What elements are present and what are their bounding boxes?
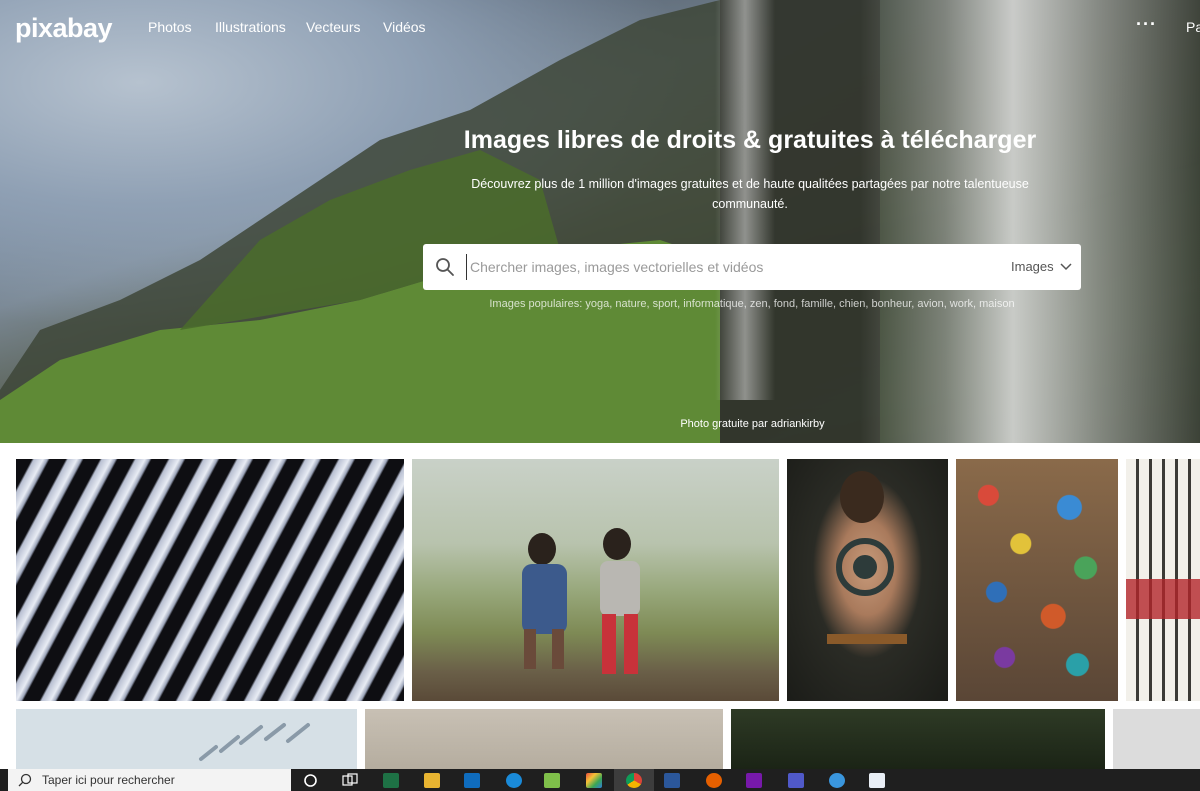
excel-icon[interactable]: [383, 773, 399, 788]
outlook-icon[interactable]: [464, 773, 480, 788]
hero-subtitle: Découvrez plus de 1 million d'images gra…: [471, 177, 1029, 211]
chrome-taskbar-slot[interactable]: [614, 769, 654, 791]
notepad-icon[interactable]: [544, 773, 560, 788]
nav-videos[interactable]: Vidéos: [383, 19, 426, 35]
onenote-icon[interactable]: [746, 773, 762, 788]
waterfall: [860, 0, 1200, 443]
paint-icon[interactable]: [586, 773, 602, 788]
task-view-icon[interactable]: [342, 773, 358, 788]
chevron-down-icon: [1060, 262, 1072, 270]
search-type-label: Images: [1011, 259, 1054, 274]
gallery-image-zebra[interactable]: [16, 459, 404, 701]
sky-pattern: [199, 723, 310, 761]
taskbar-search-text: Taper ici pour rechercher: [42, 773, 175, 787]
gallery-image-tattoo[interactable]: [787, 459, 948, 701]
edge-icon[interactable]: [506, 773, 522, 788]
document-icon[interactable]: [869, 773, 885, 788]
tattoo-figure: [827, 471, 907, 644]
photo-credit[interactable]: Photo gratuite par adriankirby: [650, 418, 855, 430]
nav-photos[interactable]: Photos: [148, 19, 192, 35]
gallery-image-trees[interactable]: [731, 709, 1105, 769]
search-icon: [18, 773, 32, 787]
gallery-image-wall[interactable]: [365, 709, 723, 769]
nav-vecteurs[interactable]: Vecteurs: [306, 19, 360, 35]
firefox-icon[interactable]: [706, 773, 722, 788]
gallery-image-sky[interactable]: [16, 709, 357, 769]
chrome-icon: [626, 773, 642, 788]
search-input[interactable]: [466, 254, 986, 280]
cortana-icon[interactable]: [303, 773, 318, 788]
gallery-image-children[interactable]: [412, 459, 779, 701]
teams-icon[interactable]: [788, 773, 804, 788]
nav-cutoff-item[interactable]: Pa: [1186, 19, 1200, 35]
gallery-image-pottery[interactable]: [956, 459, 1118, 701]
search-box: Images: [423, 244, 1081, 290]
windows-taskbar: Taper ici pour rechercher: [0, 769, 1200, 791]
gallery-image-grey[interactable]: [1113, 709, 1200, 769]
hero-banner: pixabay Photos Illustrations Vecteurs Vi…: [0, 0, 1200, 443]
popular-searches[interactable]: Images populaires: yoga, nature, sport, …: [423, 298, 1081, 310]
nav-illustrations[interactable]: Illustrations: [215, 19, 286, 35]
cloud-app-icon[interactable]: [829, 773, 845, 788]
hero-title: Images libres de droits & gratuites à té…: [463, 126, 1037, 154]
file-explorer-icon[interactable]: [424, 773, 440, 788]
more-menu-icon[interactable]: ···: [1136, 14, 1157, 35]
pixabay-logo[interactable]: pixabay: [15, 13, 113, 44]
search-type-dropdown[interactable]: Images: [1011, 259, 1072, 274]
search-icon[interactable]: [435, 257, 455, 277]
word-icon[interactable]: [664, 773, 680, 788]
children-figures: [522, 528, 640, 674]
gallery-image-house[interactable]: [1126, 459, 1200, 701]
taskbar-search[interactable]: Taper ici pour rechercher: [8, 769, 291, 791]
